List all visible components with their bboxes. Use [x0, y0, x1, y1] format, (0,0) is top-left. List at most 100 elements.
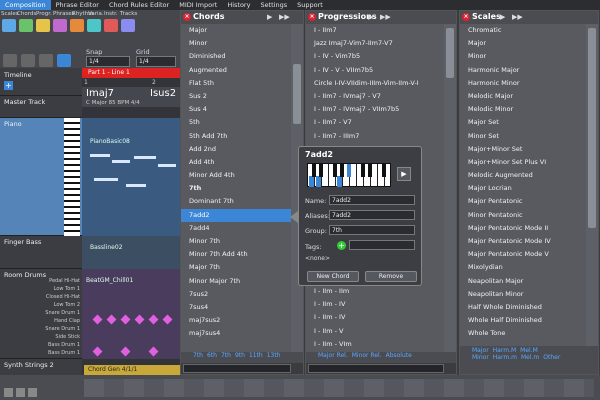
scale-filter[interactable]: Minor	[472, 354, 489, 361]
play-icon[interactable]: ▶	[500, 13, 505, 21]
note[interactable]	[158, 164, 176, 167]
progression-item[interactable]: Jazz Imaj7-Vim7-IIm7-V7	[306, 37, 444, 50]
chord-filter[interactable]: 13th	[267, 352, 281, 359]
scales-icon[interactable]	[2, 19, 16, 32]
track-piano[interactable]: Piano	[0, 118, 82, 236]
chord-filter[interactable]: 11th	[249, 352, 263, 359]
note[interactable]	[90, 154, 110, 157]
scale-list[interactable]: Chromatic Major Minor Harmonic Major Harmoni…	[460, 24, 586, 346]
menu-support[interactable]: Support	[292, 0, 328, 10]
scale-filter[interactable]: Mel.M	[520, 347, 538, 354]
tracks-icon[interactable]	[121, 19, 135, 32]
close-icon[interactable]: ×	[462, 13, 470, 21]
chord-item[interactable]: Dominant 7th	[181, 195, 291, 208]
scale-item[interactable]: Whole Tone	[460, 327, 586, 340]
chord-item[interactable]: 7add4	[181, 222, 291, 235]
scale-item[interactable]: Melodic Minor	[460, 103, 586, 116]
scale-item[interactable]: Major	[460, 37, 586, 50]
chords-icon[interactable]	[19, 19, 33, 32]
new-chord-button[interactable]: New Chord	[307, 271, 359, 282]
remove-button[interactable]: Remove	[365, 271, 417, 282]
scale-item[interactable]: Minor Set	[460, 130, 586, 143]
name-field[interactable]: 7add2	[329, 195, 415, 205]
progression-item[interactable]: I - IIm7 - IIIm7	[306, 130, 444, 143]
scale-filter[interactable]: Other	[543, 354, 560, 361]
scale-item[interactable]: Neapolitan Minor	[460, 288, 586, 301]
chord-item[interactable]: Minor	[181, 37, 291, 50]
close-icon[interactable]: ×	[308, 13, 316, 21]
chord-item[interactable]: 5th	[181, 116, 291, 129]
snap-select[interactable]: 1/4	[86, 56, 130, 67]
chord-item[interactable]: Minor 7th	[181, 235, 291, 248]
new-file-icon[interactable]	[3, 54, 17, 67]
chord-item[interactable]: maj7sus4	[181, 327, 291, 340]
note[interactable]	[126, 184, 146, 187]
scale-item[interactable]: Harmonic Minor	[460, 77, 586, 90]
sequencer-area[interactable]: Part 1 - Line 1 1 2 Imaj7 Isus2 C Major …	[82, 68, 180, 400]
chord-imaj7[interactable]: Imaj7	[86, 88, 114, 99]
phrases-icon[interactable]	[53, 19, 67, 32]
scrollbar-thumb[interactable]	[293, 64, 301, 124]
menu-phrase-editor[interactable]: Phrase Editor	[51, 0, 104, 10]
instruments-icon[interactable]	[104, 19, 118, 32]
chord-item[interactable]: 7add2	[181, 208, 291, 222]
scale-filter[interactable]: Mel.m	[521, 354, 539, 361]
chord-filter[interactable]: 6th	[207, 352, 217, 359]
progression-item[interactable]: I - IIm - IV	[306, 311, 444, 324]
progression-item[interactable]: I - IIm7 - IVmaj7 - VIIm7b5	[306, 103, 444, 116]
strings-clip[interactable]: Chord Gen 4/1/1	[84, 365, 180, 375]
variations-icon[interactable]	[87, 19, 101, 32]
track-finger-bass[interactable]: Finger Bass	[0, 236, 82, 269]
chord-filter[interactable]: 7th	[193, 352, 203, 359]
drum-hit[interactable]	[148, 346, 159, 357]
progression-filter[interactable]: Minor Rel.	[352, 352, 382, 359]
chord-item[interactable]: Add 2nd	[181, 143, 291, 156]
scale-item[interactable]: Major Pentatonic	[460, 195, 586, 208]
search-input[interactable]	[183, 364, 291, 373]
chord-item[interactable]: Major	[181, 24, 291, 37]
play-icon[interactable]: ▶	[267, 13, 272, 21]
fast-forward-icon[interactable]: ▶▶	[279, 13, 290, 21]
chord-item[interactable]: 5th Add 7th	[181, 130, 291, 143]
chord-item[interactable]: 7sus4	[181, 301, 291, 314]
progressions-icon[interactable]	[36, 19, 50, 32]
scale-item[interactable]: Whole Half Diminished	[460, 314, 586, 327]
chord-isus2[interactable]: Isus2	[150, 88, 176, 99]
scale-item[interactable]: Minor Pentatonic	[460, 209, 586, 222]
progression-item[interactable]: I - IIm7 - IVmaj7 - V7	[306, 90, 444, 103]
chord-item[interactable]: Flat 5th	[181, 77, 291, 90]
notes-icon[interactable]	[21, 54, 35, 67]
piano-roll[interactable]: PianoBasic08	[82, 118, 180, 236]
settings-icon[interactable]	[28, 388, 37, 397]
note[interactable]	[112, 160, 130, 163]
scale-item[interactable]: Melodic Major	[460, 90, 586, 103]
scale-item[interactable]: Major Pentatonic Mode V	[460, 248, 586, 261]
chord-item[interactable]: Sus 2	[181, 90, 291, 103]
scale-item[interactable]: Minor	[460, 50, 586, 63]
scrollbar-thumb[interactable]	[446, 28, 454, 78]
chord-item[interactable]: Augmented	[181, 64, 291, 77]
progression-item[interactable]: I - IIm - VIm	[306, 338, 444, 351]
drum-hit[interactable]	[120, 346, 131, 357]
drum-hit[interactable]	[92, 314, 103, 325]
chord-item[interactable]: maj7sus2	[181, 314, 291, 327]
progression-item[interactable]: I - IIm - IIm	[306, 285, 444, 298]
menu-composition[interactable]: Composition	[0, 0, 51, 10]
scale-item[interactable]: Melodic Augmented	[460, 169, 586, 182]
drum-clip[interactable]: BeatGM_Chill01	[82, 269, 180, 359]
scrollbar[interactable]	[586, 24, 598, 346]
chord-item[interactable]: Diminished	[181, 50, 291, 63]
progression-item[interactable]: I - IV - V - VIIm7b5	[306, 64, 444, 77]
pointer-tool-icon[interactable]	[57, 54, 71, 67]
chord-list[interactable]: Major Minor Diminished Augmented Flat 5th Sus…	[181, 24, 291, 352]
scale-item[interactable]: Major+Minor Set	[460, 143, 586, 156]
close-icon[interactable]: ×	[183, 13, 191, 21]
mute-icon[interactable]	[4, 388, 13, 397]
drum-hit[interactable]	[162, 314, 173, 325]
chord-filter[interactable]: 9th	[235, 352, 245, 359]
scale-item[interactable]: Major Set	[460, 116, 586, 129]
progression-filter[interactable]: Major Rel.	[318, 352, 348, 359]
drum-hit[interactable]	[134, 314, 145, 325]
fast-forward-icon[interactable]: ▶▶	[512, 13, 523, 21]
progression-item[interactable]: I - IIm7	[306, 24, 444, 37]
